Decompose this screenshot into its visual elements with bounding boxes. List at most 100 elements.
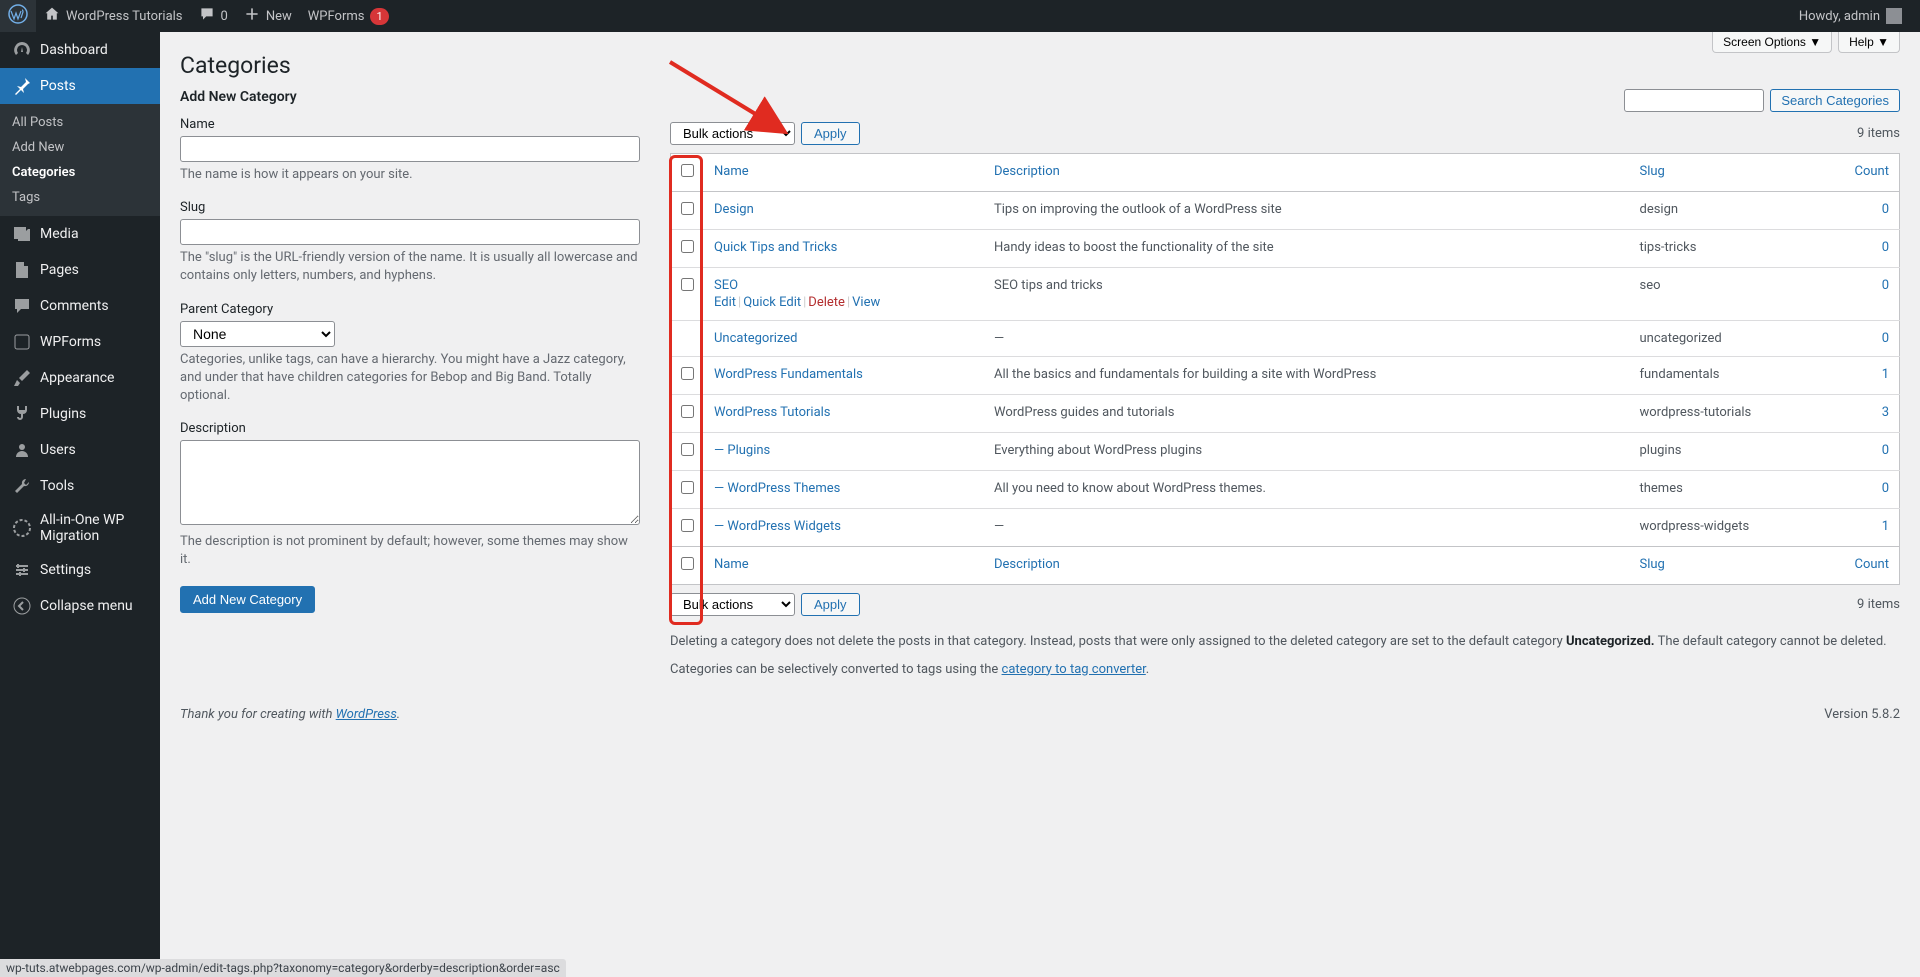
category-name-link[interactable]: — Plugins bbox=[714, 443, 770, 458]
view-link[interactable]: View bbox=[852, 295, 880, 310]
category-name-link[interactable]: Design bbox=[714, 202, 754, 217]
name-input[interactable] bbox=[180, 136, 640, 162]
menu-comments[interactable]: Comments bbox=[0, 288, 160, 324]
posts-submenu: All Posts Add New Categories Tags bbox=[0, 104, 160, 216]
row-checkbox[interactable] bbox=[681, 367, 694, 380]
status-bar-url: wp-tuts.atwebpages.com/wp-admin/edit-tag… bbox=[0, 959, 566, 977]
menu-plugins[interactable]: Plugins bbox=[0, 396, 160, 432]
category-slug: wordpress-tutorials bbox=[1630, 395, 1830, 433]
version-text: Version 5.8.2 bbox=[1824, 707, 1900, 722]
category-count-link[interactable]: 1 bbox=[1882, 519, 1889, 534]
row-checkbox[interactable] bbox=[681, 481, 694, 494]
category-count-link[interactable]: 0 bbox=[1882, 443, 1889, 458]
category-slug: wordpress-widgets bbox=[1630, 509, 1830, 547]
apply-button-bottom[interactable]: Apply bbox=[801, 593, 860, 616]
tag-converter-link[interactable]: category to tag converter bbox=[1002, 662, 1146, 677]
select-all-top[interactable] bbox=[681, 164, 694, 177]
row-checkbox[interactable] bbox=[681, 202, 694, 215]
home-icon bbox=[44, 6, 60, 26]
menu-aiowp[interactable]: All-in-One WP Migration bbox=[0, 504, 160, 552]
menu-tools[interactable]: Tools bbox=[0, 468, 160, 504]
wp-logo[interactable] bbox=[0, 0, 36, 32]
migration-icon bbox=[12, 518, 32, 538]
col-count-footer[interactable]: Count bbox=[1855, 557, 1889, 572]
quick-edit-link[interactable]: Quick Edit bbox=[743, 295, 801, 310]
menu-dashboard[interactable]: Dashboard bbox=[0, 32, 160, 68]
row-checkbox[interactable] bbox=[681, 240, 694, 253]
search-button[interactable]: Search Categories bbox=[1770, 89, 1900, 112]
category-name-link[interactable]: WordPress Fundamentals bbox=[714, 367, 863, 382]
category-count-link[interactable]: 1 bbox=[1882, 367, 1889, 382]
category-name-link[interactable]: Uncategorized bbox=[714, 331, 797, 346]
category-name-link[interactable]: — WordPress Themes bbox=[714, 481, 840, 496]
new-link[interactable]: New bbox=[236, 0, 300, 32]
menu-pages[interactable]: Pages bbox=[0, 252, 160, 288]
category-count-link[interactable]: 0 bbox=[1882, 278, 1889, 293]
parent-select[interactable]: None bbox=[180, 321, 335, 347]
submenu-add-new[interactable]: Add New bbox=[0, 135, 160, 160]
menu-collapse[interactable]: Collapse menu bbox=[0, 588, 160, 624]
bulk-actions-select-top[interactable]: Bulk actions bbox=[670, 122, 795, 145]
category-name-link[interactable]: WordPress Tutorials bbox=[714, 405, 831, 420]
category-name-link[interactable]: — WordPress Widgets bbox=[714, 519, 841, 534]
select-all-bottom[interactable] bbox=[681, 557, 694, 570]
row-checkbox[interactable] bbox=[681, 443, 694, 456]
category-count-link[interactable]: 0 bbox=[1882, 331, 1889, 346]
category-name-link[interactable]: Quick Tips and Tricks bbox=[714, 240, 837, 255]
apply-button-top[interactable]: Apply bbox=[801, 122, 860, 145]
row-checkbox[interactable] bbox=[681, 519, 694, 532]
col-name-footer[interactable]: Name bbox=[714, 557, 749, 572]
col-count-header[interactable]: Count bbox=[1855, 164, 1889, 179]
description-desc: The description is not prominent by defa… bbox=[180, 533, 640, 569]
pages-icon bbox=[12, 260, 32, 280]
category-count-link[interactable]: 3 bbox=[1882, 405, 1889, 420]
category-desc: Everything about WordPress plugins bbox=[984, 433, 1630, 471]
category-desc: SEO tips and tricks bbox=[984, 268, 1630, 321]
slug-input[interactable] bbox=[180, 219, 640, 245]
category-count-link[interactable]: 0 bbox=[1882, 240, 1889, 255]
pin-icon bbox=[12, 76, 32, 96]
menu-users[interactable]: Users bbox=[0, 432, 160, 468]
bulk-actions-select-bottom[interactable]: Bulk actions bbox=[670, 593, 795, 616]
col-desc-footer[interactable]: Description bbox=[994, 557, 1060, 572]
comments-link[interactable]: 0 bbox=[191, 0, 236, 32]
screen-options-button[interactable]: Screen Options ▼ bbox=[1712, 32, 1832, 53]
col-name-header[interactable]: Name bbox=[714, 164, 749, 179]
table-row: Quick Tips and TricksHandy ideas to boos… bbox=[671, 230, 1900, 268]
search-input[interactable] bbox=[1624, 89, 1764, 112]
description-label: Description bbox=[180, 421, 640, 436]
menu-settings[interactable]: Settings bbox=[0, 552, 160, 588]
site-name-link[interactable]: WordPress Tutorials bbox=[36, 0, 191, 32]
category-desc: WordPress guides and tutorials bbox=[984, 395, 1630, 433]
col-desc-header[interactable]: Description bbox=[994, 164, 1060, 179]
submenu-categories[interactable]: Categories bbox=[0, 160, 160, 185]
submenu-all-posts[interactable]: All Posts bbox=[0, 110, 160, 135]
category-name-link[interactable]: SEO bbox=[714, 278, 738, 293]
menu-media[interactable]: Media bbox=[0, 216, 160, 252]
add-category-button[interactable]: Add New Category bbox=[180, 586, 315, 613]
wordpress-link[interactable]: WordPress bbox=[336, 707, 397, 722]
col-slug-footer[interactable]: Slug bbox=[1640, 557, 1665, 572]
add-category-form: Add New Category Name The name is how it… bbox=[180, 89, 640, 613]
menu-wpforms[interactable]: WPForms bbox=[0, 324, 160, 360]
description-textarea[interactable] bbox=[180, 440, 640, 525]
category-desc: All the basics and fundamentals for buil… bbox=[984, 357, 1630, 395]
category-count-link[interactable]: 0 bbox=[1882, 202, 1889, 217]
help-button[interactable]: Help ▼ bbox=[1838, 32, 1900, 53]
table-row: DesignTips on improving the outlook of a… bbox=[671, 192, 1900, 230]
menu-posts[interactable]: Posts bbox=[0, 68, 160, 104]
row-checkbox[interactable] bbox=[681, 405, 694, 418]
table-row: — WordPress ThemesAll you need to know a… bbox=[671, 471, 1900, 509]
edit-link[interactable]: Edit bbox=[714, 295, 736, 310]
category-count-link[interactable]: 0 bbox=[1882, 481, 1889, 496]
col-slug-header[interactable]: Slug bbox=[1640, 164, 1665, 179]
comments-icon bbox=[12, 296, 32, 316]
menu-appearance[interactable]: Appearance bbox=[0, 360, 160, 396]
howdy-link[interactable]: Howdy, admin bbox=[1791, 0, 1910, 32]
admin-sidebar: Dashboard Posts All Posts Add New Catego… bbox=[0, 32, 160, 977]
row-checkbox[interactable] bbox=[681, 278, 694, 291]
delete-link[interactable]: Delete bbox=[808, 295, 845, 310]
submenu-tags[interactable]: Tags bbox=[0, 185, 160, 210]
wpforms-badge: 1 bbox=[370, 8, 388, 25]
wpforms-link[interactable]: WPForms1 bbox=[300, 0, 397, 32]
